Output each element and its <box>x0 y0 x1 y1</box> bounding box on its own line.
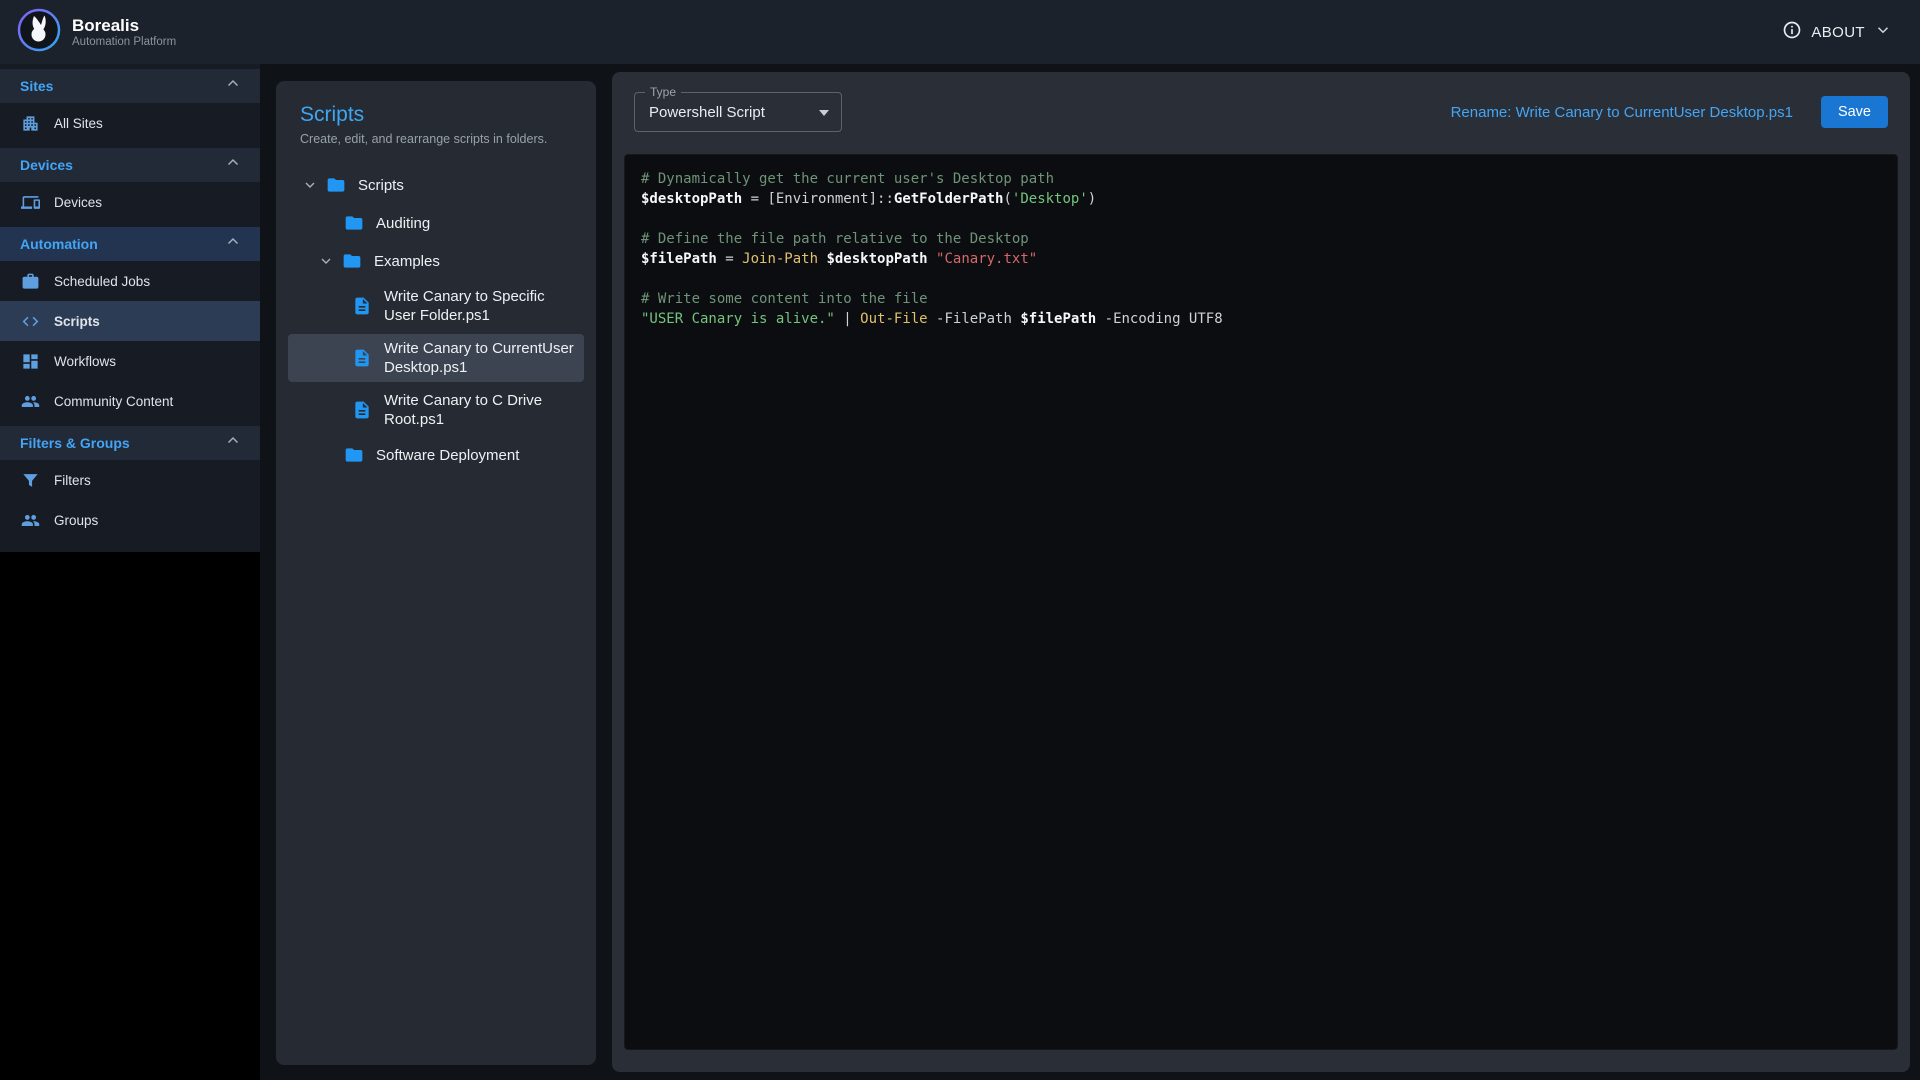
tree-folder-scripts[interactable]: Scripts <box>288 168 584 202</box>
folder-icon <box>342 251 362 271</box>
sidebar-item-label: Groups <box>54 513 98 528</box>
sidebar: Sites All Sites Devices Devices <box>0 64 260 1080</box>
tree-folder-examples[interactable]: Examples <box>288 244 584 278</box>
app-subtitle: Automation Platform <box>72 36 176 48</box>
code-line: # Dynamically get the current user's Des… <box>641 169 1881 189</box>
brand: Borealis Automation Platform <box>16 7 176 58</box>
code-line: $desktopPath = [Environment]::GetFolderP… <box>641 189 1881 209</box>
sidebar-section-devices[interactable]: Devices <box>0 148 260 182</box>
sidebar-item-scripts[interactable]: Scripts <box>0 301 260 341</box>
chevron-up-icon <box>224 432 242 455</box>
sidebar-section-filters-groups[interactable]: Filters & Groups <box>0 426 260 460</box>
sidebar-item-label: Scheduled Jobs <box>54 274 150 289</box>
panel-title: Scripts <box>276 81 596 132</box>
folder-icon <box>326 175 346 195</box>
sidebar-item-label: All Sites <box>54 116 103 131</box>
panel-subtitle: Create, edit, and rearrange scripts in f… <box>276 132 596 160</box>
sidebar-item-scheduled-jobs[interactable]: Scheduled Jobs <box>0 261 260 301</box>
sidebar-item-workflows[interactable]: Workflows <box>0 341 260 381</box>
script-type-select[interactable]: Type Powershell Script <box>634 92 842 132</box>
chevron-down-icon <box>302 177 318 193</box>
sidebar-item-community-content[interactable]: Community Content <box>0 381 260 421</box>
sidebar-item-groups[interactable]: Groups <box>0 500 260 540</box>
sidebar-item-label: Filters <box>54 473 91 488</box>
sidebar-item-label: Community Content <box>54 394 173 409</box>
sidebar-item-label: Devices <box>54 195 102 210</box>
chevron-down-icon <box>1874 21 1892 44</box>
top-bar: Borealis Automation Platform ABOUT <box>0 0 1920 64</box>
borealis-logo-icon <box>16 7 62 58</box>
dashboard-icon <box>20 351 40 371</box>
chevron-up-icon <box>224 75 242 98</box>
tree-folder-software-deployment[interactable]: Software Deployment <box>288 438 584 472</box>
sidebar-item-all-sites[interactable]: All Sites <box>0 103 260 143</box>
filter-icon <box>20 470 40 490</box>
rename-link[interactable]: Rename: Write Canary to CurrentUser Desk… <box>1451 104 1793 121</box>
chevron-up-icon <box>224 154 242 177</box>
groups-icon <box>20 510 40 530</box>
code-editor[interactable]: # Dynamically get the current user's Des… <box>624 154 1898 1050</box>
info-icon <box>1782 20 1802 45</box>
scripts-tree: Scripts Auditing Examples <box>276 160 596 480</box>
sidebar-item-filters[interactable]: Filters <box>0 460 260 500</box>
chevron-down-icon <box>318 253 334 269</box>
sidebar-item-devices[interactable]: Devices <box>0 182 260 222</box>
file-icon <box>352 296 372 316</box>
sidebar-section-sites[interactable]: Sites <box>0 69 260 103</box>
type-select-label: Type <box>645 85 681 99</box>
tree-folder-auditing[interactable]: Auditing <box>288 206 584 240</box>
scripts-tree-panel: Scripts Create, edit, and rearrange scri… <box>276 81 596 1065</box>
devices-icon <box>20 192 40 212</box>
tree-file-write-canary-currentuser-desktop[interactable]: Write Canary to CurrentUser Desktop.ps1 <box>288 334 584 382</box>
folder-icon <box>344 445 364 465</box>
editor-header: Type Powershell Script Rename: Write Can… <box>612 72 1910 132</box>
code-line: "USER Canary is alive." | Out-File -File… <box>641 309 1881 329</box>
about-menu[interactable]: ABOUT <box>1782 20 1892 45</box>
file-icon <box>352 400 372 420</box>
type-select-value: Powershell Script <box>649 104 765 121</box>
code-icon <box>20 311 40 331</box>
file-icon <box>352 348 372 368</box>
dropdown-arrow-icon <box>819 110 829 116</box>
code-line: # Define the file path relative to the D… <box>641 229 1881 249</box>
code-line: $filePath = Join-Path $desktopPath "Cana… <box>641 249 1881 269</box>
chevron-up-icon <box>224 233 242 256</box>
code-line <box>641 269 1881 289</box>
briefcase-icon <box>20 271 40 291</box>
sidebar-item-label: Scripts <box>54 314 100 329</box>
building-icon <box>20 113 40 133</box>
tree-file-write-canary-c-drive-root[interactable]: Write Canary to C Drive Root.ps1 <box>288 386 584 434</box>
script-editor-panel: Type Powershell Script Rename: Write Can… <box>612 72 1910 1072</box>
save-button[interactable]: Save <box>1821 96 1888 128</box>
tree-file-write-canary-specific-user[interactable]: Write Canary to Specific User Folder.ps1 <box>288 282 584 330</box>
sidebar-item-label: Workflows <box>54 354 116 369</box>
people-icon <box>20 391 40 411</box>
code-line: # Write some content into the file <box>641 289 1881 309</box>
sidebar-section-automation[interactable]: Automation <box>0 227 260 261</box>
about-label: ABOUT <box>1811 24 1865 41</box>
app-title: Borealis <box>72 16 176 36</box>
folder-icon <box>344 213 364 233</box>
main-content: Scripts Create, edit, and rearrange scri… <box>260 64 1920 1080</box>
code-line <box>641 209 1881 229</box>
